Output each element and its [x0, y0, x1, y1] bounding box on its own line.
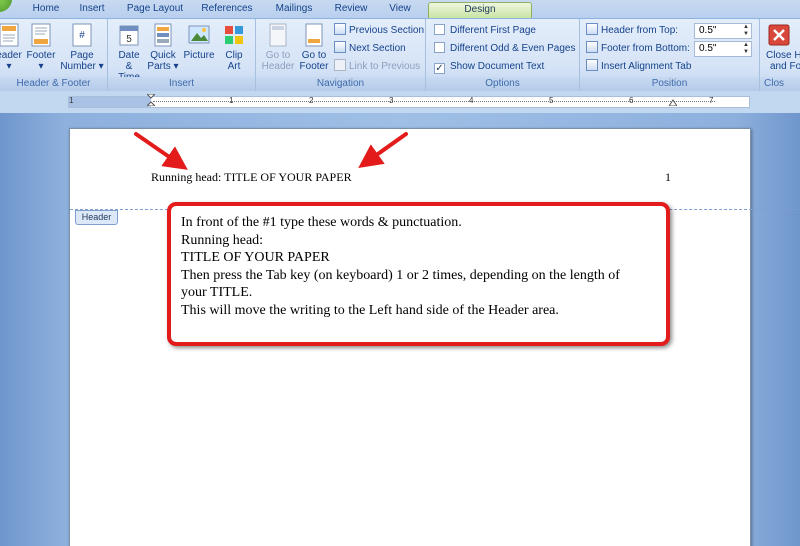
- checkbox-icon: [434, 24, 445, 35]
- group-header-footer: eader ▾ Footer ▾ # Page Number ▾ Header …: [0, 19, 108, 91]
- group-label-close: Clos: [760, 77, 800, 91]
- svg-text:#: #: [79, 30, 85, 41]
- calendar-icon: 5: [119, 25, 139, 46]
- tab-review[interactable]: Review: [328, 2, 374, 18]
- group-label-navigation: Navigation: [256, 77, 425, 91]
- running-head-text[interactable]: Running head: TITLE OF YOUR PAPER: [151, 170, 352, 185]
- tab-page-layout[interactable]: Page Layout: [122, 2, 188, 18]
- link-to-previous-button[interactable]: Link to Previous: [334, 59, 420, 75]
- ruler-left-margin: [69, 97, 151, 107]
- footer-from-bottom-input[interactable]: 0.5" ▲ ▼: [694, 41, 752, 57]
- group-navigation: Go to Header Go to Footer Previous Secti…: [256, 19, 426, 91]
- callout-line: TITLE OF YOUR PAPER: [181, 250, 330, 265]
- page-number[interactable]: 1: [665, 170, 671, 185]
- go-to-footer-icon: [305, 23, 323, 47]
- header-icon: [0, 23, 19, 47]
- quick-parts-icon: [154, 23, 172, 47]
- callout-line: your TITLE.: [181, 285, 253, 300]
- header-position-icon: [586, 23, 598, 35]
- ruler-number: 1: [69, 96, 74, 105]
- header-tag: Header: [75, 210, 118, 225]
- ruler-number: 7: [709, 96, 714, 105]
- footer-button[interactable]: Footer ▾: [24, 23, 58, 72]
- different-first-page-checkbox[interactable]: Different First Page: [434, 23, 536, 39]
- ruler-number: 5: [549, 96, 554, 105]
- page-number-button[interactable]: # Page Number ▾: [60, 23, 104, 72]
- spinner-arrows-icon[interactable]: ▲ ▼: [741, 42, 751, 56]
- tab-references[interactable]: References: [196, 2, 258, 18]
- group-label-options: Options: [426, 77, 579, 91]
- ruler-number: 6: [629, 96, 634, 105]
- tab-view[interactable]: View: [380, 2, 420, 18]
- go-to-header-icon: [269, 23, 287, 47]
- show-document-text-checkbox[interactable]: ✓ Show Document Text: [434, 59, 544, 75]
- clip-art-icon: [225, 26, 243, 44]
- tab-design[interactable]: Design: [428, 2, 532, 18]
- ribbon: eader ▾ Footer ▾ # Page Number ▾ Header …: [0, 18, 800, 91]
- footer-from-bottom-label: Footer from Bottom:: [586, 41, 690, 57]
- close-header-footer-button[interactable]: Close He and Fo: [762, 23, 800, 72]
- callout-line: Then press the Tab key (on keyboard) 1 o…: [181, 267, 620, 283]
- group-label-header-footer: Header & Footer: [0, 77, 107, 91]
- tab-insert[interactable]: Insert: [72, 2, 112, 18]
- tab-home[interactable]: Home: [26, 2, 66, 18]
- group-label-position: Position: [580, 77, 759, 91]
- instruction-callout: In front of the #1 type these words & pu…: [167, 202, 670, 346]
- picture-button[interactable]: Picture: [182, 23, 216, 61]
- next-section-icon: [334, 41, 346, 53]
- document-page[interactable]: Running head: TITLE OF YOUR PAPER 1 Head…: [69, 128, 800, 546]
- horizontal-ruler[interactable]: 1 1 2 3 4 5 6 7: [68, 94, 750, 108]
- indent-marker-icon[interactable]: [147, 94, 155, 106]
- link-icon: [334, 59, 346, 71]
- date-time-button[interactable]: 5 Date & Time: [114, 23, 144, 83]
- different-odd-even-checkbox[interactable]: Different Odd & Even Pages: [434, 41, 575, 57]
- alignment-tab-icon: [586, 59, 598, 71]
- go-to-header-button[interactable]: Go to Header: [260, 23, 296, 72]
- header-from-top-input[interactable]: 0.5" ▲ ▼: [694, 23, 752, 39]
- ribbon-tab-bar: Home Insert Page Layout References Maili…: [0, 0, 800, 18]
- go-to-footer-button[interactable]: Go to Footer: [296, 23, 332, 72]
- tab-mailings[interactable]: Mailings: [266, 2, 322, 18]
- svg-text:5: 5: [126, 34, 132, 45]
- ruler-number: 3: [389, 96, 394, 105]
- clip-art-button[interactable]: Clip Art: [218, 23, 250, 72]
- document-workspace: Running head: TITLE OF YOUR PAPER 1 Head…: [0, 113, 800, 546]
- office-button[interactable]: [0, 0, 12, 12]
- insert-alignment-tab-button[interactable]: Insert Alignment Tab: [586, 59, 691, 75]
- group-close: Close He and Fo Clos: [760, 19, 800, 91]
- close-icon: [768, 24, 790, 46]
- group-label-insert: Insert: [108, 77, 255, 91]
- next-section-button[interactable]: Next Section: [334, 41, 406, 57]
- quick-parts-button[interactable]: Quick Parts ▾: [146, 23, 180, 72]
- spinner-arrows-icon[interactable]: ▲ ▼: [741, 24, 751, 38]
- group-position: Header from Top: 0.5" ▲ ▼ Footer from Bot…: [580, 19, 760, 91]
- right-indent-marker-icon[interactable]: [669, 98, 677, 106]
- ruler-number: 2: [309, 96, 314, 105]
- ruler-bar: 1 1 2 3 4 5 6 7: [0, 91, 800, 113]
- group-options: Different First Page Different Odd & Eve…: [426, 19, 580, 91]
- header-button[interactable]: eader ▾: [0, 23, 24, 72]
- footer-icon: [31, 23, 51, 47]
- group-insert: 5 Date & Time Quick Parts ▾ Picture Clip…: [108, 19, 256, 91]
- ruler-number: 4: [469, 96, 474, 105]
- checkmark-icon: ✓: [434, 63, 445, 74]
- picture-icon: [188, 25, 210, 44]
- previous-section-icon: [334, 23, 346, 35]
- checkbox-icon: [434, 42, 445, 53]
- callout-line: In front of the #1 type these words & pu…: [181, 215, 462, 230]
- callout-line: This will move the writing to the Left h…: [181, 302, 559, 318]
- footer-position-icon: [586, 41, 598, 53]
- callout-line: Running head:: [181, 232, 264, 248]
- header-from-top-label: Header from Top:: [586, 23, 678, 39]
- ruler-number: 1: [229, 96, 234, 105]
- previous-section-button[interactable]: Previous Section: [334, 23, 424, 39]
- page-number-icon: #: [72, 23, 92, 47]
